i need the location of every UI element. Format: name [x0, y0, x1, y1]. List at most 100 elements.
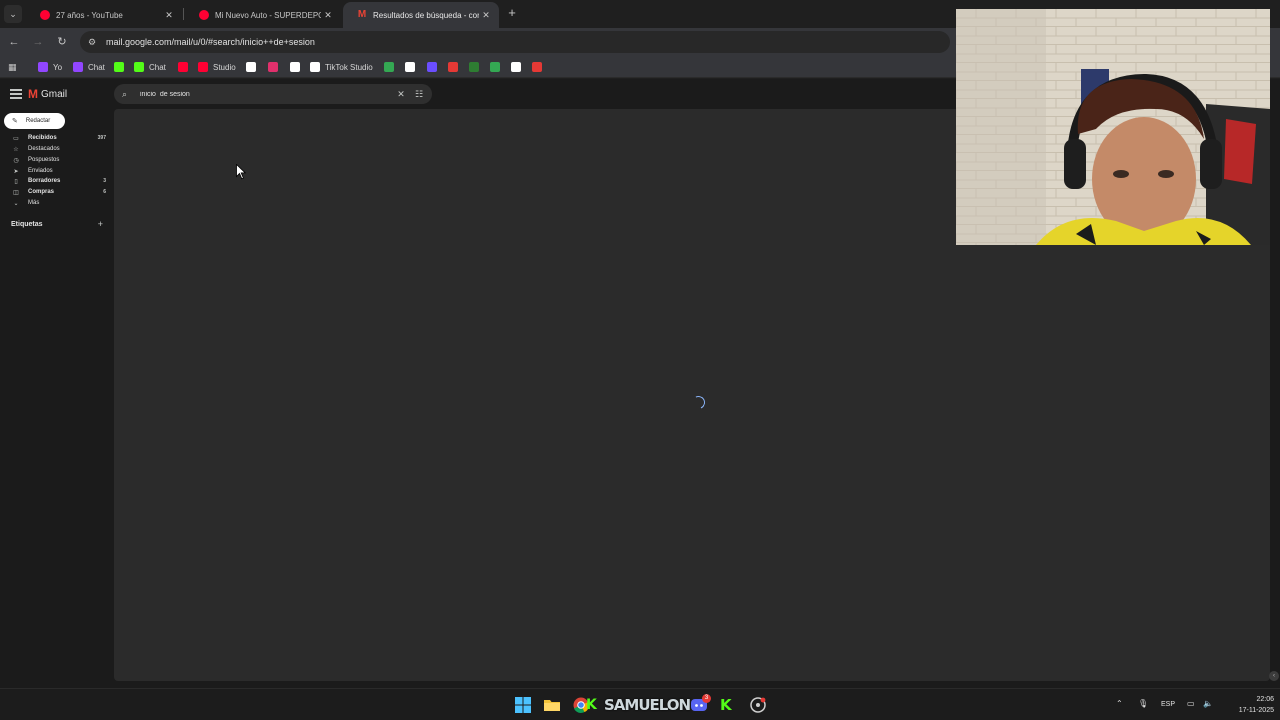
bookmark-diamond[interactable] [405, 60, 420, 74]
search-icon[interactable]: ⌕ [122, 89, 132, 100]
nav-item-snoozed[interactable]: ◷ Pospuestos [12, 155, 106, 165]
nav-label: Destacados [28, 146, 60, 152]
bookmark-label: Chat [88, 62, 105, 72]
nav-item-starred[interactable]: ☆ Destacados [12, 144, 106, 154]
bookmark-download[interactable] [532, 60, 547, 74]
obs-icon[interactable] [750, 697, 766, 713]
search-options-icon[interactable]: ☷ [414, 89, 424, 100]
bookmark-kick[interactable] [114, 60, 129, 74]
shopping-icon: ◫ [13, 189, 19, 196]
apps-grid-icon: ▦ [8, 61, 17, 72]
nav-item-more[interactable]: ⌄ Más [12, 198, 106, 208]
labels-heading: Etiquetas [11, 221, 43, 228]
bookmark-tiktok-studio[interactable]: TikTok Studio [310, 60, 373, 74]
bookmark-yo[interactable]: Yo [38, 60, 62, 74]
file-explorer-icon[interactable] [544, 697, 560, 713]
inbox-icon: ▭ [13, 135, 19, 142]
kick-icon[interactable]: K [586, 697, 597, 713]
kick-icon [114, 62, 124, 72]
bookmark-instagram[interactable] [268, 60, 283, 74]
side-panel-toggle[interactable]: ‹ [1269, 671, 1279, 681]
stream-overlay-name: SAMUELON [604, 696, 691, 714]
nav-label: Borradores [28, 178, 61, 184]
gmail-wordmark: Gmail [41, 88, 68, 100]
download-icon [532, 62, 542, 72]
nav-label: Recibidos [28, 135, 57, 141]
clock-time: 22:06 [1256, 696, 1274, 703]
kick-icon[interactable]: K [720, 696, 732, 714]
compose-button[interactable]: ✎ Redactar [4, 113, 65, 129]
tab-youtube-1[interactable]: 27 años - YouTube ✕ [26, 2, 182, 28]
system-clock[interactable]: 22:06 17-11-2025 [1222, 694, 1274, 716]
bookmark-chat[interactable] [427, 60, 442, 74]
apps-button[interactable]: ▦ [8, 60, 17, 74]
bookmark-studio[interactable]: Studio [198, 60, 236, 74]
bookmark-chat[interactable]: Chat [73, 60, 105, 74]
nav-item-inbox[interactable]: ▭ Recibidos 397 [12, 133, 106, 143]
gmail-logo[interactable]: M Gmail [28, 87, 67, 101]
diamond-icon [405, 62, 415, 72]
youtube-icon [178, 62, 188, 72]
tiktok-icon [310, 62, 320, 72]
main-menu-button[interactable] [10, 89, 22, 99]
nav-count: 6 [103, 189, 106, 195]
clear-search-icon[interactable]: ✕ [394, 89, 408, 100]
bookmark-google-drive[interactable] [384, 60, 399, 74]
bookmark-label: Chat [149, 62, 166, 72]
address-bar[interactable]: ⚙ mail.google.com/mail/u/0/#search/inici… [80, 31, 950, 53]
bookmark-youtube[interactable] [178, 60, 193, 74]
language-indicator[interactable]: ESP [1161, 701, 1175, 708]
twitch-icon [73, 62, 83, 72]
bookmark-photo[interactable] [469, 60, 484, 74]
forward-button[interactable]: → [30, 34, 46, 50]
nav-item-purchases[interactable]: ◫ Compras 6 [12, 187, 106, 197]
nav-count: 397 [97, 135, 106, 141]
tiktok-icon [290, 62, 300, 72]
mail-search-bar[interactable]: ⌕ ✕ ☷ [114, 84, 432, 104]
nav-item-drafts[interactable]: ▯ Borradores 3 [12, 176, 106, 186]
webcam-overlay [956, 9, 1270, 245]
bookmark-record[interactable] [448, 60, 463, 74]
tab-gmail-search[interactable]: M Resultados de búsqueda - correo ✕ [343, 2, 499, 28]
url-text[interactable]: mail.google.com/mail/u/0/#search/inicio+… [106, 37, 315, 47]
network-icon[interactable]: ▭ [1187, 699, 1195, 708]
labels-section-header: Etiquetas + [11, 220, 103, 229]
bookmark-unity[interactable] [511, 60, 526, 74]
microphone-icon[interactable]: 🎙 [1138, 699, 1148, 708]
bookmark-x[interactable] [246, 60, 261, 74]
chat-icon [427, 62, 437, 72]
mouse-cursor [236, 164, 246, 180]
x-icon [246, 62, 256, 72]
gmail-m-icon: M [28, 87, 38, 101]
bookmark-chat[interactable]: Chat [134, 60, 166, 74]
youtube-icon [40, 10, 50, 20]
tab-search-button[interactable]: ⌄ [4, 5, 22, 23]
site-info-icon[interactable]: ⚙ [88, 36, 100, 48]
webcam-feed-image [956, 9, 1270, 245]
reload-button[interactable]: ↻ [54, 34, 70, 50]
unity-icon [511, 62, 521, 72]
twitch-icon [38, 62, 48, 72]
bookmark-sheets[interactable] [490, 60, 505, 74]
clock-date: 17-11-2025 [1238, 707, 1274, 714]
back-button[interactable]: ← [6, 34, 22, 50]
windows-start-icon[interactable] [515, 697, 531, 713]
close-tab-icon[interactable]: ✕ [162, 10, 176, 21]
tray-overflow-icon[interactable]: ⌃ [1116, 699, 1123, 708]
new-tab-button[interactable]: + [504, 5, 520, 21]
close-tab-icon[interactable]: ✕ [321, 10, 335, 21]
volume-icon[interactable]: 🔈 [1203, 699, 1213, 708]
send-icon: ➤ [13, 168, 19, 175]
tab-separator [183, 8, 184, 20]
close-tab-icon[interactable]: ✕ [479, 10, 493, 21]
instagram-icon [268, 62, 278, 72]
nav-count: 3 [103, 178, 106, 184]
clock-icon: ◷ [13, 157, 19, 164]
bookmark-tiktok[interactable] [290, 60, 305, 74]
tab-youtube-2[interactable]: Mi Nuevo Auto - SUPERDEPORTIVO ✕ [185, 2, 341, 28]
nav-item-sent[interactable]: ➤ Enviados [12, 166, 106, 176]
sheets-icon [490, 62, 500, 72]
add-label-button[interactable]: + [98, 220, 103, 229]
record-icon [448, 62, 458, 72]
search-input[interactable] [140, 90, 394, 98]
